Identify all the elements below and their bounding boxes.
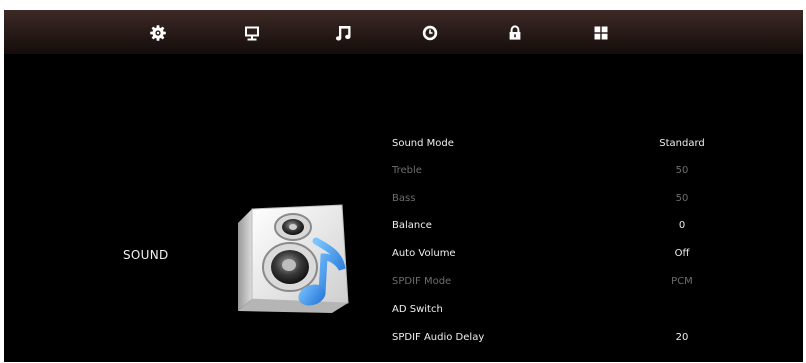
tv-menu-screen: SOUND Sound Mode Standard Treble 50 Bass… <box>4 10 803 362</box>
setting-ad-switch[interactable]: AD Switch <box>392 300 722 322</box>
setting-auto-volume[interactable]: Auto Volume Off <box>392 244 722 266</box>
setting-balance[interactable]: Balance 0 <box>392 216 722 238</box>
setting-label: SPDIF Audio Delay <box>392 332 485 343</box>
setting-spdif-mode: SPDIF Mode PCM <box>392 272 722 294</box>
setting-value: Standard <box>659 138 705 149</box>
speaker-music-icon <box>230 203 354 315</box>
setting-value: 20 <box>675 332 689 343</box>
setting-label: AD Switch <box>392 304 443 315</box>
setting-value: 50 <box>675 193 689 204</box>
gear-icon[interactable] <box>148 23 168 43</box>
setting-value: 50 <box>675 165 689 176</box>
setting-value: 0 <box>678 220 686 231</box>
setting-label: SPDIF Mode <box>392 276 452 287</box>
setting-bass: Bass 50 <box>392 189 722 211</box>
menu-tab-bar <box>4 10 803 54</box>
setting-label: Auto Volume <box>392 248 456 259</box>
setting-label: Treble <box>392 165 422 176</box>
setting-label: Sound Mode <box>392 138 454 149</box>
grid-icon[interactable] <box>591 23 611 43</box>
clock-icon[interactable] <box>420 23 440 43</box>
setting-treble: Treble 50 <box>392 161 722 183</box>
monitor-icon[interactable] <box>242 23 262 43</box>
setting-label: Bass <box>392 193 416 204</box>
setting-sound-mode[interactable]: Sound Mode Standard <box>392 134 722 156</box>
music-note-icon[interactable] <box>334 23 354 43</box>
padlock-icon[interactable] <box>505 23 525 43</box>
section-title: SOUND <box>123 248 169 262</box>
setting-label: Balance <box>392 220 432 231</box>
setting-spdif-audio-delay[interactable]: SPDIF Audio Delay 20 <box>392 328 722 350</box>
setting-value: PCM <box>671 276 693 287</box>
setting-value: Off <box>674 248 690 259</box>
